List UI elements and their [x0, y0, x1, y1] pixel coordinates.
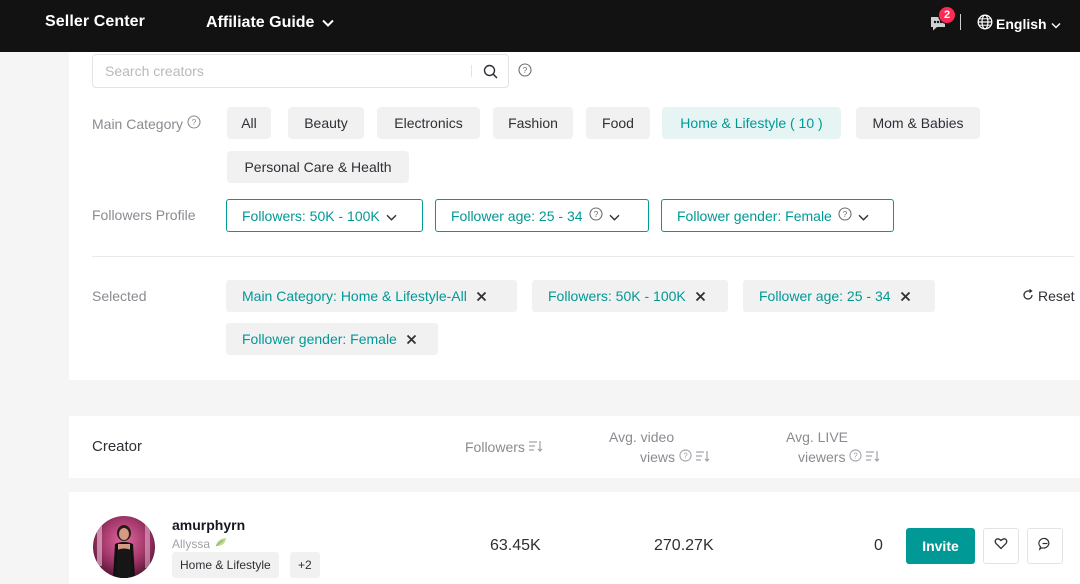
header-divider	[960, 14, 961, 30]
avg-live-viewers-value: 0	[874, 537, 883, 554]
selected-chip-label: Main Category: Home & Lifestyle-All	[242, 288, 467, 304]
affiliate-guide-menu[interactable]: Affiliate Guide	[206, 14, 335, 32]
top-navigation-bar: Seller Center Affiliate Guide 2 English	[0, 0, 1080, 52]
chevron-down-icon	[852, 208, 869, 224]
reset-button[interactable]: Reset	[1022, 288, 1075, 304]
main-category-text: Main Category	[92, 115, 184, 132]
category-tag: Home & Lifestyle	[172, 552, 279, 578]
reset-icon	[1022, 288, 1038, 304]
chevron-down-icon	[380, 208, 397, 224]
avg-video-views-value: 270.27K	[654, 537, 714, 554]
selected-chip-followers: Followers: 50K - 100K	[532, 280, 728, 312]
section-divider	[92, 256, 1074, 257]
language-label: English	[996, 15, 1047, 32]
column-creator: Creator	[92, 438, 143, 455]
column-avg-live-viewers[interactable]: Avg. LIVE viewers ?	[786, 429, 896, 465]
heart-icon	[994, 537, 1008, 555]
selected-text: Selected	[92, 288, 147, 304]
chat-icon	[1038, 537, 1052, 556]
globe-icon	[977, 14, 996, 33]
close-icon[interactable]	[476, 291, 487, 302]
sort-icon[interactable]	[692, 449, 710, 465]
chevron-down-icon	[1051, 16, 1064, 32]
follower-gender-dropdown[interactable]: Follower gender: Female ?	[661, 199, 894, 232]
selected-chip-label: Followers: 50K - 100K	[548, 288, 686, 304]
sort-icon[interactable]	[862, 449, 880, 465]
column-followers-label: Followers	[465, 439, 525, 455]
help-icon[interactable]: ?	[518, 63, 532, 82]
category-food[interactable]: Food	[586, 107, 650, 139]
main-category-label: Main Category ?	[92, 115, 201, 132]
message-count-badge: 2	[938, 6, 956, 24]
follower-gender-value: Follower gender: Female	[677, 207, 832, 224]
favorite-button[interactable]	[983, 528, 1019, 564]
selected-label: Selected	[92, 288, 146, 304]
category-all[interactable]: All	[227, 107, 271, 139]
column-followers[interactable]: Followers	[465, 439, 543, 455]
invite-button[interactable]: Invite	[906, 528, 975, 564]
help-icon[interactable]: ?	[675, 449, 692, 465]
chevron-down-icon	[322, 14, 335, 32]
selected-chip-label: Follower age: 25 - 34	[759, 288, 891, 304]
column-avg-video-views[interactable]: Avg. video views ?	[609, 429, 719, 465]
search-box	[92, 54, 509, 88]
leaf-icon	[214, 536, 228, 551]
svg-text:?: ?	[854, 451, 859, 460]
selected-chip-category: Main Category: Home & Lifestyle-All	[226, 280, 517, 312]
follower-age-dropdown[interactable]: Follower age: 25 - 34 ?	[435, 199, 649, 232]
category-mom-babies[interactable]: Mom & Babies	[856, 107, 980, 139]
svg-text:?: ?	[593, 209, 598, 219]
creator-username[interactable]: amurphyrn	[172, 517, 245, 533]
language-selector[interactable]: English	[977, 14, 1064, 33]
category-home-lifestyle[interactable]: Home & Lifestyle ( 10 )	[662, 107, 841, 139]
category-fashion[interactable]: Fashion	[493, 107, 573, 139]
search-input[interactable]	[93, 55, 471, 87]
close-icon[interactable]	[695, 291, 706, 302]
more-tags[interactable]: +2	[290, 552, 320, 578]
followers-profile-label: Followers Profile	[92, 207, 195, 223]
table-row[interactable]: amurphyrn Allyssa Home & Lifestyle +2 63…	[69, 492, 1080, 584]
help-icon[interactable]: ?	[583, 207, 603, 224]
svg-text:?: ?	[192, 117, 197, 127]
selected-chip-gender: Follower gender: Female	[226, 323, 438, 355]
category-electronics[interactable]: Electronics	[377, 107, 480, 139]
svg-text:?: ?	[523, 65, 528, 75]
reset-label: Reset	[1038, 288, 1075, 304]
sort-icon[interactable]	[525, 439, 543, 455]
affiliate-guide-label: Affiliate Guide	[206, 14, 315, 31]
close-icon[interactable]	[406, 334, 417, 345]
close-icon[interactable]	[900, 291, 911, 302]
svg-text:?: ?	[842, 209, 847, 219]
svg-text:?: ?	[683, 451, 688, 460]
column-video-label-1: Avg. video	[609, 429, 675, 445]
avatar[interactable]	[93, 516, 155, 578]
follower-age-value: Follower age: 25 - 34	[451, 207, 583, 224]
chevron-down-icon	[603, 208, 620, 224]
brand-title[interactable]: Seller Center	[45, 13, 145, 31]
followers-profile-text: Followers Profile	[92, 207, 196, 223]
column-live-label-2: viewers	[798, 449, 846, 465]
creator-display-name-wrap: Allyssa	[172, 536, 228, 551]
table-header: Creator Followers Avg. video views ? Avg…	[69, 416, 1080, 478]
followers-range-dropdown[interactable]: Followers: 50K - 100K	[226, 199, 423, 232]
help-icon[interactable]: ?	[845, 449, 863, 465]
selected-chip-label: Follower gender: Female	[242, 331, 397, 347]
column-video-label-2: views	[640, 449, 676, 465]
help-icon[interactable]: ?	[183, 115, 201, 132]
creator-display-name: Allyssa	[172, 536, 211, 551]
help-icon[interactable]: ?	[832, 207, 852, 224]
followers-range-value: Followers: 50K - 100K	[242, 207, 380, 224]
selected-chip-age: Follower age: 25 - 34	[743, 280, 935, 312]
filter-panel: ? Main Category ? All Beauty Electronics…	[69, 52, 1080, 380]
column-live-label-1: Avg. LIVE	[786, 429, 849, 445]
followers-value: 63.45K	[490, 537, 541, 554]
search-icon[interactable]	[472, 64, 508, 79]
category-personal-care[interactable]: Personal Care & Health	[227, 151, 409, 183]
category-beauty[interactable]: Beauty	[288, 107, 364, 139]
chat-button[interactable]	[1027, 528, 1063, 564]
